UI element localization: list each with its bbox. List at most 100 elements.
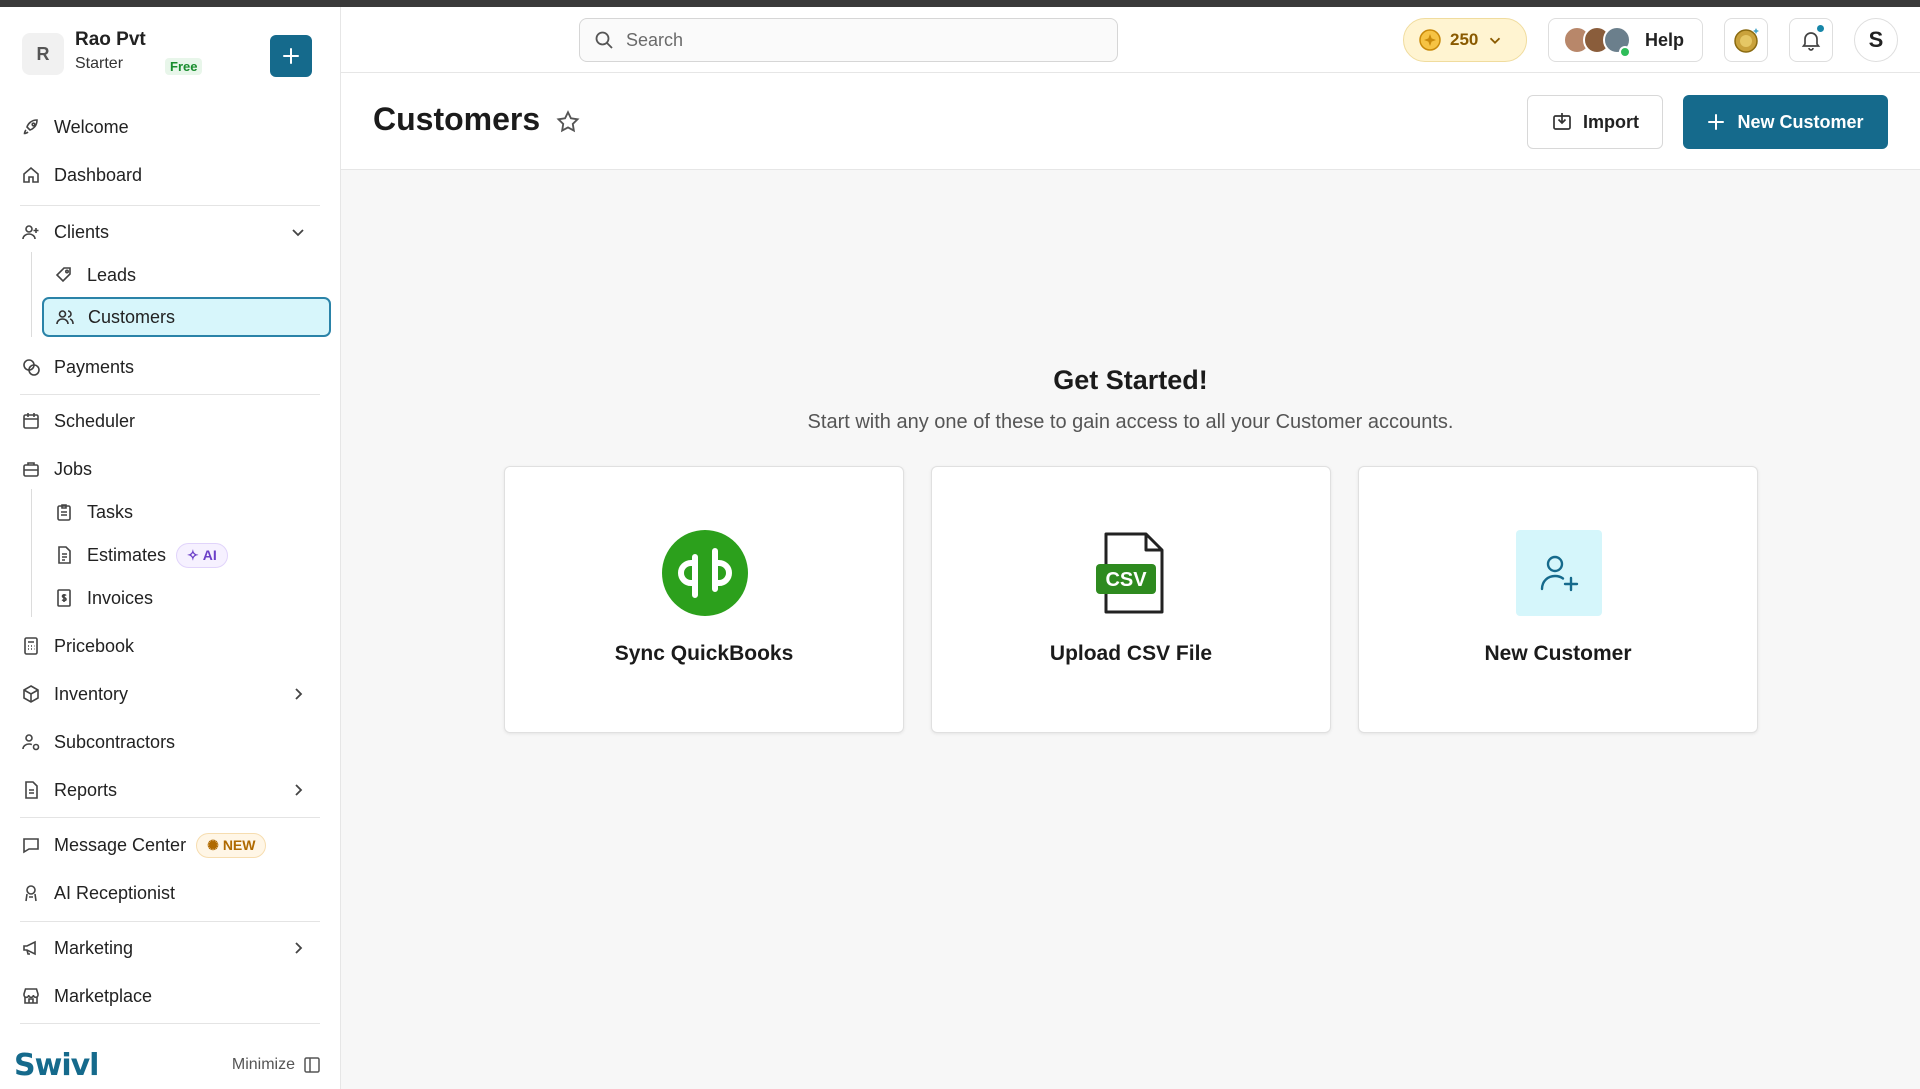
- notification-dot: [1815, 23, 1826, 34]
- minimize-button[interactable]: Minimize: [232, 1056, 321, 1074]
- sidebar-item-dashboard[interactable]: Dashboard: [20, 155, 320, 195]
- sidebar-item-marketing[interactable]: Marketing: [20, 928, 320, 968]
- tree-line: [31, 252, 32, 337]
- new-customer-label: New Customer: [1737, 111, 1864, 132]
- report-icon: [20, 779, 42, 801]
- clipboard-icon: [53, 501, 75, 523]
- sidebar-item-jobs[interactable]: Jobs: [20, 449, 320, 489]
- org-switcher[interactable]: R Rao Pvt Starter Free: [22, 29, 322, 79]
- sidebar-item-label: Jobs: [54, 458, 93, 479]
- coins-icon: [20, 356, 42, 378]
- new-badge: ✺ NEW: [196, 832, 267, 858]
- sidebar-item-message-center[interactable]: Message Center ✺ NEW: [20, 825, 320, 865]
- favorite-star-icon[interactable]: [555, 109, 581, 135]
- sync-quickbooks-card[interactable]: Sync QuickBooks: [504, 466, 904, 733]
- quickbooks-icon: [662, 530, 748, 616]
- top-bar: 250 Help S: [341, 7, 1920, 73]
- import-label: Import: [1583, 111, 1639, 132]
- user-avatar-button[interactable]: S: [1854, 18, 1898, 62]
- sidebar-item-label: Estimates: [87, 544, 167, 565]
- quick-add-button[interactable]: [270, 35, 312, 77]
- new-customer-button[interactable]: New Customer: [1683, 95, 1888, 149]
- rewards-coin-icon: [1734, 28, 1759, 53]
- sidebar-item-marketplace[interactable]: Marketplace: [20, 976, 320, 1016]
- sidebar: R Rao Pvt Starter Free Welcome Dashboard…: [0, 7, 341, 1089]
- sidebar-item-label: Scheduler: [54, 410, 136, 431]
- page-title: Customers: [373, 101, 541, 137]
- divider: [20, 205, 320, 206]
- sidebar-item-invoices[interactable]: Invoices: [53, 578, 318, 618]
- briefcase-icon: [20, 458, 42, 480]
- sidebar-item-tasks[interactable]: Tasks: [53, 492, 318, 532]
- sidebar-item-label: Reports: [54, 779, 118, 800]
- sparkle-icon: ✧: [187, 546, 199, 563]
- chat-icon: [20, 834, 42, 856]
- new-badge-label: NEW: [222, 837, 256, 853]
- store-icon: [20, 985, 42, 1007]
- sidebar-item-label: AI Receptionist: [54, 882, 176, 903]
- page-header: Customers Import New Customer: [341, 73, 1920, 170]
- megaphone-icon: [20, 937, 42, 959]
- sidebar-item-estimates[interactable]: Estimates ✧ AI: [53, 535, 318, 575]
- sidebar-footer: Swivl Minimize: [0, 1014, 341, 1089]
- sidebar-item-pricebook[interactable]: Pricebook: [20, 626, 320, 666]
- receptionist-icon: [20, 882, 42, 904]
- minimize-label: Minimize: [231, 1056, 295, 1073]
- users-icon: [54, 306, 76, 328]
- sidebar-item-leads[interactable]: Leads: [53, 255, 318, 295]
- rewards-button[interactable]: [1724, 18, 1768, 62]
- calculator-icon: [20, 635, 42, 657]
- sidebar-item-label: Payments: [54, 356, 135, 377]
- sidebar-item-reports[interactable]: Reports: [20, 770, 320, 810]
- chevron-right-icon[interactable]: [288, 938, 308, 958]
- sidebar-item-label: Tasks: [87, 501, 134, 522]
- import-button[interactable]: Import: [1527, 95, 1663, 149]
- sidebar-item-inventory[interactable]: Inventory: [20, 674, 320, 714]
- csv-icon-text: CSV: [1105, 569, 1147, 591]
- sidebar-item-payments[interactable]: Payments: [20, 347, 320, 387]
- rocket-icon: [20, 116, 42, 138]
- empty-state-title: Get Started!: [1053, 365, 1208, 395]
- org-name: Rao Pvt: [75, 29, 146, 50]
- divider: [20, 394, 320, 395]
- sidebar-item-label: Marketplace: [54, 985, 153, 1006]
- new-customer-card[interactable]: New Customer: [1358, 466, 1758, 733]
- brand-logo: Swivl: [14, 1048, 99, 1083]
- card-label: New Customer: [1484, 642, 1632, 665]
- add-user-icon: [1516, 530, 1602, 616]
- invoice-icon: [53, 587, 75, 609]
- plan-badge: Free: [165, 58, 203, 75]
- sidebar-item-label: Welcome: [54, 116, 129, 137]
- sidebar-item-label: Marketing: [54, 937, 134, 958]
- search-box[interactable]: [579, 18, 1118, 62]
- upload-csv-card[interactable]: CSV Upload CSV File: [931, 466, 1331, 733]
- credits-dropdown[interactable]: 250: [1403, 18, 1527, 62]
- notifications-button[interactable]: [1789, 18, 1833, 62]
- org-avatar: R: [22, 33, 64, 75]
- sidebar-item-clients[interactable]: Clients: [20, 212, 320, 252]
- window-top-strip: [0, 0, 1920, 7]
- help-button[interactable]: Help: [1548, 18, 1703, 62]
- sidebar-item-label: Clients: [54, 221, 110, 242]
- coin-icon: [1419, 29, 1441, 51]
- sidebar-item-ai-receptionist[interactable]: AI Receptionist: [20, 873, 320, 913]
- search-input[interactable]: [626, 29, 1096, 51]
- sidebar-item-subcontractors[interactable]: Subcontractors: [20, 722, 320, 762]
- chevron-down-icon[interactable]: [288, 222, 308, 242]
- user-plus-icon: [20, 221, 42, 243]
- sidebar-item-label: Invoices: [87, 587, 154, 608]
- sidebar-item-label: Dashboard: [54, 164, 143, 185]
- sidebar-item-scheduler[interactable]: Scheduler: [20, 401, 320, 441]
- org-plan: Starter: [75, 55, 124, 72]
- ai-badge-label: AI: [202, 547, 217, 563]
- home-icon: [20, 164, 42, 186]
- chevron-right-icon[interactable]: [288, 780, 308, 800]
- credits-value: 250: [1450, 30, 1479, 49]
- sidebar-item-customers[interactable]: Customers: [42, 297, 331, 337]
- sidebar-toggle-icon: [304, 1057, 320, 1073]
- chevron-right-icon[interactable]: [288, 684, 308, 704]
- help-label: Help: [1645, 29, 1685, 50]
- tree-line: [31, 489, 32, 617]
- sidebar-item-label: Leads: [87, 264, 137, 285]
- sidebar-item-welcome[interactable]: Welcome: [20, 107, 320, 147]
